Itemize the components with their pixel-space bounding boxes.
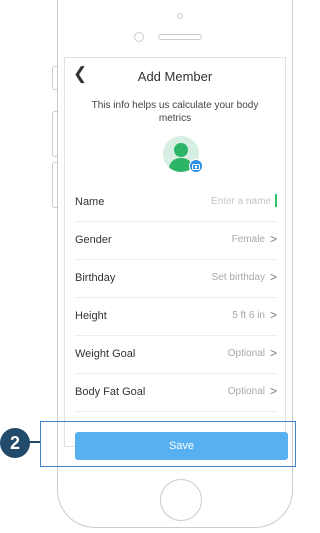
phone-volume-up <box>52 111 57 157</box>
chevron-right-icon: > <box>269 270 277 284</box>
body-fat-goal-label: Body Fat Goal <box>75 386 146 398</box>
chevron-right-icon: > <box>269 232 277 246</box>
birthday-row[interactable]: Birthday Set birthday > <box>75 260 277 298</box>
body-fat-goal-value: Optional <box>227 386 265 397</box>
gender-row[interactable]: Gender Female > <box>75 222 277 260</box>
birthday-value: Set birthday <box>211 272 265 283</box>
name-field[interactable]: Name Enter a name <box>75 184 277 222</box>
height-row[interactable]: Height 5 ft 6 in > <box>75 298 277 336</box>
page-title: Add Member <box>137 69 213 84</box>
step-number-badge: 2 <box>0 428 30 458</box>
weight-goal-row[interactable]: Weight Goal Optional > <box>75 336 277 374</box>
nav-bar: ❮ Add Member <box>65 58 285 94</box>
birthday-label: Birthday <box>75 272 116 284</box>
phone-camera <box>134 32 144 42</box>
gender-value: Female <box>231 234 265 245</box>
chevron-right-icon: > <box>269 346 277 360</box>
height-label: Height <box>75 310 107 322</box>
text-cursor <box>275 194 277 207</box>
home-button[interactable] <box>160 479 202 521</box>
body-fat-goal-row[interactable]: Body Fat Goal Optional > <box>75 374 277 412</box>
phone-sensor <box>177 13 183 19</box>
phone-side-button <box>52 66 57 90</box>
chevron-right-icon: > <box>269 384 277 398</box>
phone-volume-down <box>52 162 57 208</box>
info-text: This info helps us calculate your body m… <box>91 100 259 124</box>
name-input[interactable]: Enter a name <box>211 196 271 207</box>
height-value: 5 ft 6 in <box>232 310 265 321</box>
weight-goal-label: Weight Goal <box>75 348 136 360</box>
phone-speaker <box>158 34 202 40</box>
save-button[interactable]: Save <box>75 432 288 460</box>
name-label: Name <box>75 196 105 208</box>
gender-label: Gender <box>75 234 112 246</box>
app-screen: ❮ Add Member This info helps us calculat… <box>64 57 286 447</box>
weight-goal-value: Optional <box>227 348 265 359</box>
chevron-right-icon: > <box>269 308 277 322</box>
camera-icon[interactable] <box>189 159 203 173</box>
